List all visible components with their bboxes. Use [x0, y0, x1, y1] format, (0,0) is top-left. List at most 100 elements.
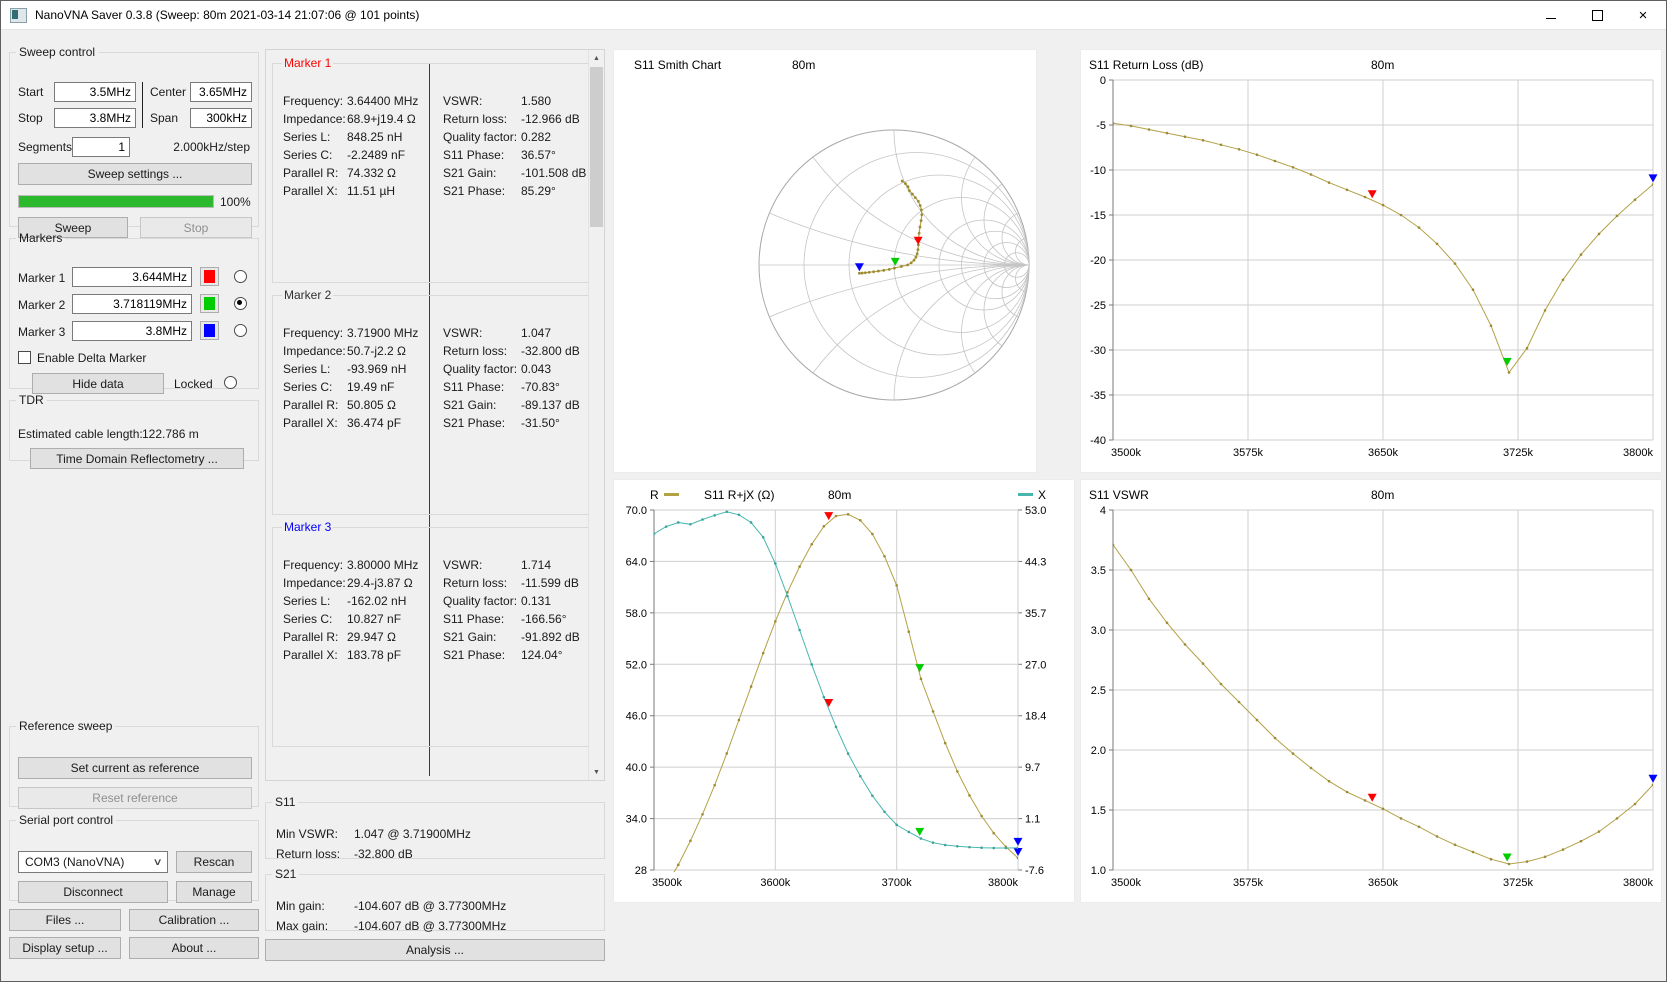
- sweep-progress-fill: [19, 196, 213, 207]
- color-swatch-fill: [204, 270, 215, 283]
- sweep-settings-button[interactable]: Sweep settings ...: [18, 163, 252, 185]
- svg-text:1.1: 1.1: [1025, 814, 1040, 826]
- scrollbar-thumb[interactable]: [590, 67, 603, 227]
- center-label: Center: [150, 85, 186, 99]
- sweep-control-group: Sweep control Start Center Stop Span Seg…: [9, 45, 259, 227]
- marker-3-select-radio[interactable]: [234, 324, 247, 337]
- disconnect-button[interactable]: Disconnect: [18, 881, 168, 903]
- maximize-icon: [1592, 10, 1603, 21]
- vswr-chart-panel[interactable]: 43.53.02.52.01.51.03500k3575k3650k3725k3…: [1080, 479, 1662, 903]
- marker-field-label: Series L:: [283, 362, 330, 376]
- svg-text:1.5: 1.5: [1091, 805, 1106, 817]
- analysis-button[interactable]: Analysis ...: [265, 939, 605, 961]
- vswr-chart[interactable]: 43.53.02.52.01.51.03500k3575k3650k3725k3…: [1081, 480, 1663, 904]
- marker-field-value: 36.57°: [521, 148, 556, 162]
- rjx-chart-title: S11 R+jX (Ω): [704, 488, 774, 502]
- marker-2-color-swatch[interactable]: [200, 294, 219, 313]
- marker-1-select-radio[interactable]: [234, 270, 247, 283]
- cable-length-value: 122.786 m: [142, 427, 199, 441]
- marker-field-label: S11 Phase:: [443, 148, 504, 162]
- svg-text:3650k: 3650k: [1368, 877, 1398, 889]
- marker-2-frequency-input[interactable]: [72, 294, 192, 314]
- marker-field-value: -70.83°: [521, 380, 560, 394]
- marker-field-value: 0.043: [521, 362, 551, 376]
- serial-port-legend: Serial port control: [16, 813, 116, 827]
- smith-chart-panel[interactable]: S11 Smith Chart 80m: [613, 49, 1037, 473]
- marker-field-value: 124.04°: [521, 648, 563, 662]
- marker-3-frequency-input[interactable]: [72, 321, 192, 341]
- marker-field-label: S21 Phase:: [443, 184, 505, 198]
- set-reference-button[interactable]: Set current as reference: [18, 757, 252, 779]
- r-plus-jx-chart[interactable]: 70.053.064.044.358.035.752.027.046.018.4…: [614, 480, 1076, 904]
- display-setup-button[interactable]: Display setup ...: [9, 937, 121, 959]
- marker-2-select-radio[interactable]: [234, 297, 247, 310]
- marker-field-value: -11.599 dB: [521, 576, 579, 590]
- manage-button[interactable]: Manage: [176, 881, 252, 903]
- marker-field-value: 1.580: [521, 94, 551, 108]
- reference-sweep-group: Reference sweep Set current as reference…: [9, 719, 259, 807]
- span-label: Span: [150, 111, 178, 125]
- marker-field-value: 19.49 nF: [347, 380, 394, 394]
- enable-delta-marker-checkbox[interactable]: [18, 351, 31, 364]
- marker-field-value: -32.800 dB: [521, 344, 580, 358]
- start-input[interactable]: [54, 82, 136, 102]
- rescan-button[interactable]: Rescan: [176, 851, 252, 873]
- marker-1-info-title: Marker 1: [282, 56, 333, 70]
- marker-field-value: 36.474 pF: [347, 416, 401, 430]
- marker-1-frequency-input[interactable]: [72, 267, 192, 287]
- svg-text:3725k: 3725k: [1503, 447, 1533, 459]
- marker-field-value: -89.137 dB: [521, 398, 580, 412]
- s11-summary-group: S11 Min VSWR: 1.047 @ 3.71900MHz Return …: [265, 795, 605, 859]
- markers-group: Markers Marker 1Marker 2Marker 3 Enable …: [9, 231, 259, 389]
- return-loss-band-label: 80m: [1371, 58, 1394, 72]
- marker-field-value: -101.508 dB: [521, 166, 586, 180]
- smith-chart[interactable]: [614, 50, 1038, 474]
- serial-port-group: Serial port control COM3 (NanoVNA) ∨ Res…: [9, 813, 259, 901]
- marker-panel-scrollbar[interactable]: ▲ ▼: [588, 50, 604, 780]
- about-button[interactable]: About ...: [129, 937, 259, 959]
- maximize-button[interactable]: [1574, 1, 1620, 29]
- marker-1-color-swatch[interactable]: [200, 267, 219, 286]
- reset-reference-button[interactable]: Reset reference: [18, 787, 252, 809]
- return-loss-chart[interactable]: 0-5-10-15-20-25-30-35-403500k3575k3650k3…: [1081, 50, 1663, 474]
- step-size-text: 2.000kHz/step: [173, 140, 250, 154]
- marker-field-value: 183.78 pF: [347, 648, 401, 662]
- marker-field-label: Series L:: [283, 130, 330, 144]
- span-input[interactable]: [190, 108, 252, 128]
- center-input[interactable]: [190, 82, 252, 102]
- return-loss-chart-title: S11 Return Loss (dB): [1089, 58, 1204, 72]
- stop-input[interactable]: [54, 108, 136, 128]
- segments-input[interactable]: [72, 137, 130, 157]
- hide-data-button[interactable]: Hide data: [32, 373, 164, 394]
- svg-text:27.0: 27.0: [1025, 659, 1046, 671]
- return-loss-label: Return loss:: [276, 847, 340, 861]
- files-button[interactable]: Files ...: [9, 909, 121, 931]
- tdr-button[interactable]: Time Domain Reflectometry ...: [30, 448, 244, 469]
- svg-text:-25: -25: [1090, 300, 1106, 312]
- locked-radio[interactable]: [224, 376, 237, 389]
- marker-2-label: Marker 2: [18, 298, 65, 312]
- svg-text:3800k: 3800k: [1623, 447, 1653, 459]
- rjx-band-label: 80m: [828, 488, 851, 502]
- marker-field-label: S11 Phase:: [443, 612, 504, 626]
- minimize-button[interactable]: [1528, 1, 1574, 29]
- serial-port-select[interactable]: COM3 (NanoVNA) ∨: [18, 851, 168, 873]
- svg-text:1.0: 1.0: [1091, 865, 1106, 877]
- close-button[interactable]: ×: [1620, 1, 1666, 29]
- marker-data-panel: Marker 1Frequency:3.64400 MHzImpedance:6…: [265, 49, 605, 781]
- marker-2-info-title: Marker 2: [282, 288, 333, 302]
- marker-3-info-group: Marker 3Frequency:3.80000 MHzImpedance:2…: [272, 520, 604, 747]
- return-loss-chart-panel[interactable]: 0-5-10-15-20-25-30-35-403500k3575k3650k3…: [1080, 49, 1662, 473]
- window-title: NanoVNA Saver 0.3.8 (Sweep: 80m 2021-03-…: [35, 8, 419, 22]
- svg-text:-10: -10: [1090, 165, 1106, 177]
- smith-band-label: 80m: [792, 58, 815, 72]
- scroll-up-icon[interactable]: ▲: [589, 50, 604, 66]
- marker-3-color-swatch[interactable]: [200, 321, 219, 340]
- svg-text:3650k: 3650k: [1368, 447, 1398, 459]
- svg-text:3575k: 3575k: [1233, 877, 1263, 889]
- calibration-button[interactable]: Calibration ...: [129, 909, 259, 931]
- rjx-chart-panel[interactable]: 70.053.064.044.358.035.752.027.046.018.4…: [613, 479, 1075, 903]
- marker-field-label: Parallel X:: [283, 416, 338, 430]
- scroll-down-icon[interactable]: ▼: [589, 764, 604, 780]
- marker-field-value: 29.947 Ω: [347, 630, 396, 644]
